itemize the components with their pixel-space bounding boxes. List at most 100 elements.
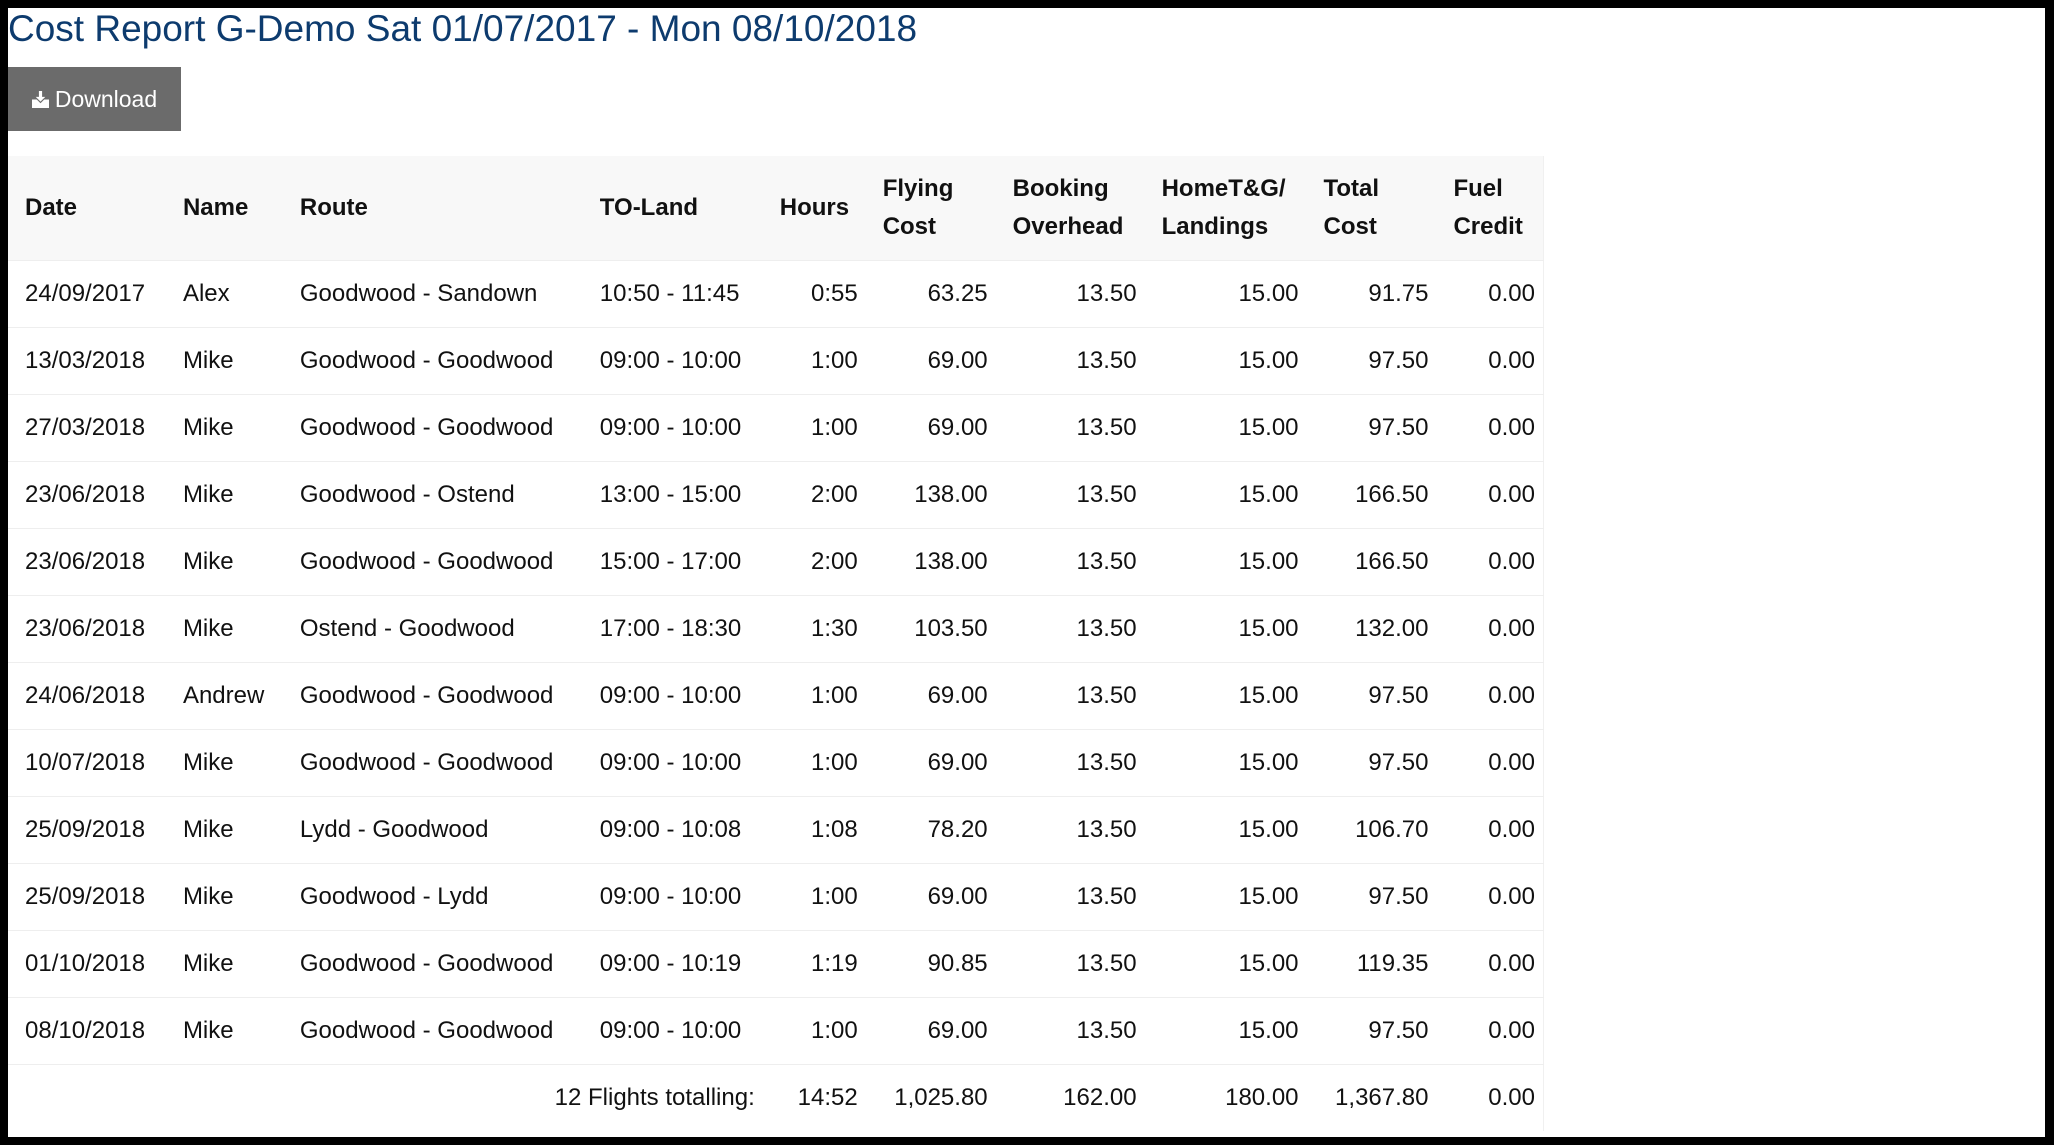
cell-to-land: 09:00 - 10:08 [582, 796, 763, 864]
cell-hours: 1:00 [762, 327, 866, 395]
cell-hours: 1:30 [762, 595, 866, 663]
download-button[interactable]: Download [8, 67, 181, 131]
cell-flying-cost: 90.85 [865, 930, 996, 998]
download-label: Download [54, 85, 158, 112]
totals-total-cost: 1,367.80 [1335, 1084, 1429, 1111]
cell-home-tg: 15.00 [1144, 327, 1307, 395]
table-row: 23/06/2018 Mike Ostend - Goodwood 17:00 - 1… [8, 595, 1544, 663]
cell-fuel-credit: 0.00 [1436, 394, 1544, 462]
cell-date: 13/03/2018 [8, 327, 166, 395]
cell-route: Ostend - Goodwood [282, 595, 583, 663]
cell-to-land: 09:00 - 10:00 [582, 729, 763, 797]
cell-total-cost: 119.35 [1306, 930, 1437, 998]
cell-total-cost: 97.50 [1306, 394, 1437, 462]
cell-home-tg: 15.00 [1144, 930, 1307, 998]
cell-total-cost: 97.50 [1306, 729, 1437, 797]
totals-booking-overhead: 162.00 [1063, 1084, 1137, 1111]
cell-to-land: 10:50 - 11:45 [582, 260, 763, 328]
cell-booking-overhead: 13.50 [995, 394, 1145, 462]
cell-to-land: 13:00 - 15:00 [582, 461, 763, 529]
cell-total-cost: 166.50 [1306, 461, 1437, 529]
cell-date: 08/10/2018 [8, 997, 166, 1065]
cell-route: Goodwood - Ostend [282, 461, 583, 529]
cell-hours: 2:00 [762, 461, 866, 529]
header-booking-overhead-line2: Overhead [1012, 213, 1124, 240]
cell-date: 24/09/2017 [8, 260, 166, 328]
cell-date: 23/06/2018 [8, 528, 166, 596]
cell-route: Goodwood - Goodwood [282, 394, 583, 462]
cell-home-tg: 15.00 [1144, 528, 1307, 596]
totals-label: 12 Flights totalling: [554, 1084, 755, 1111]
header-route: Route [282, 156, 583, 261]
cell-booking-overhead: 13.50 [995, 260, 1145, 328]
table-header-row: Date Name Route TO-Land Hours Flying Cost… [8, 156, 1544, 261]
cell-home-tg: 15.00 [1144, 863, 1307, 931]
table-row: 25/09/2018 Mike Goodwood - Lydd 09:00 - 10:… [8, 863, 1544, 931]
cell-name: Alex [165, 260, 283, 328]
cell-to-land: 09:00 - 10:00 [582, 327, 763, 395]
cell-home-tg: 15.00 [1144, 260, 1307, 328]
cell-fuel-credit: 0.00 [1436, 930, 1544, 998]
cell-route: Goodwood - Goodwood [282, 729, 583, 797]
table-row: 24/09/2017 Alex Goodwood - Sandown 10:50 - … [8, 260, 1544, 328]
cell-booking-overhead: 13.50 [995, 327, 1145, 395]
cell-home-tg: 15.00 [1144, 729, 1307, 797]
cell-name: Andrew [165, 662, 283, 730]
cell-flying-cost: 69.00 [865, 729, 996, 797]
totals-home-tg: 180.00 [1225, 1084, 1299, 1111]
cell-route: Goodwood - Sandown [282, 260, 583, 328]
cell-flying-cost: 69.00 [865, 997, 996, 1065]
cell-flying-cost: 69.00 [865, 327, 996, 395]
cell-flying-cost: 69.00 [865, 394, 996, 462]
cell-name: Mike [165, 461, 283, 529]
table-body: 24/09/2017 Alex Goodwood - Sandown 10:50 - … [8, 260, 1544, 1065]
cell-route: Goodwood - Goodwood [282, 528, 583, 596]
table-row: 13/03/2018 Mike Goodwood - Goodwood 09:00 -… [8, 327, 1544, 395]
cell-booking-overhead: 13.50 [995, 595, 1145, 663]
cell-total-cost: 97.50 [1306, 997, 1437, 1065]
header-fuel-credit-line2: Credit [1453, 213, 1523, 240]
cell-booking-overhead: 13.50 [995, 796, 1145, 864]
cell-hours: 1:00 [762, 863, 866, 931]
cell-total-cost: 97.50 [1306, 662, 1437, 730]
cell-route: Goodwood - Goodwood [282, 327, 583, 395]
header-flying-cost-line2: Cost [882, 213, 937, 240]
cell-total-cost: 97.50 [1306, 863, 1437, 931]
cell-total-cost: 97.50 [1306, 327, 1437, 395]
report-page: Cost Report G-Demo Sat 01/07/2017 - Mon … [8, 8, 2045, 1137]
cell-name: Mike [165, 327, 283, 395]
cell-hours: 1:00 [762, 394, 866, 462]
cell-fuel-credit: 0.00 [1436, 729, 1544, 797]
table-row: 24/06/2018 Andrew Goodwood - Goodwood 09:00… [8, 662, 1544, 730]
cell-name: Mike [165, 796, 283, 864]
totals-row: 12 Flights totalling: 14:52 1,025.80 162… [8, 1065, 1544, 1132]
cell-home-tg: 15.00 [1144, 796, 1307, 864]
cell-to-land: 09:00 - 10:00 [582, 863, 763, 931]
cell-home-tg: 15.00 [1144, 662, 1307, 730]
cell-to-land: 09:00 - 10:00 [582, 394, 763, 462]
cell-fuel-credit: 0.00 [1436, 863, 1544, 931]
cell-date: 01/10/2018 [8, 930, 166, 998]
cell-booking-overhead: 13.50 [995, 863, 1145, 931]
cell-hours: 1:08 [762, 796, 866, 864]
header-home-tg-line1: HomeT&G/ [1161, 175, 1286, 202]
cell-fuel-credit: 0.00 [1436, 461, 1544, 529]
cell-name: Mike [165, 729, 283, 797]
cell-hours: 1:19 [762, 930, 866, 998]
header-flying-cost: Flying Cost [865, 156, 996, 261]
cell-fuel-credit: 0.00 [1436, 997, 1544, 1065]
header-total-cost-line1: Total [1323, 175, 1380, 202]
cell-hours: 1:00 [762, 997, 866, 1065]
table-row: 01/10/2018 Mike Goodwood - Goodwood 09:00 -… [8, 930, 1544, 998]
cell-hours: 2:00 [762, 528, 866, 596]
cell-booking-overhead: 13.50 [995, 930, 1145, 998]
cell-fuel-credit: 0.00 [1436, 796, 1544, 864]
table-row: 23/06/2018 Mike Goodwood - Ostend 13:00 - 1… [8, 461, 1544, 529]
totals-fuel-credit: 0.00 [1488, 1084, 1535, 1111]
cell-route: Lydd - Goodwood [282, 796, 583, 864]
table-row: 23/06/2018 Mike Goodwood - Goodwood 15:00 -… [8, 528, 1544, 596]
header-total-cost: Total Cost [1306, 156, 1437, 261]
totals-flying-cost: 1,025.80 [894, 1084, 988, 1111]
cell-date: 23/06/2018 [8, 461, 166, 529]
cell-hours: 0:55 [762, 260, 866, 328]
